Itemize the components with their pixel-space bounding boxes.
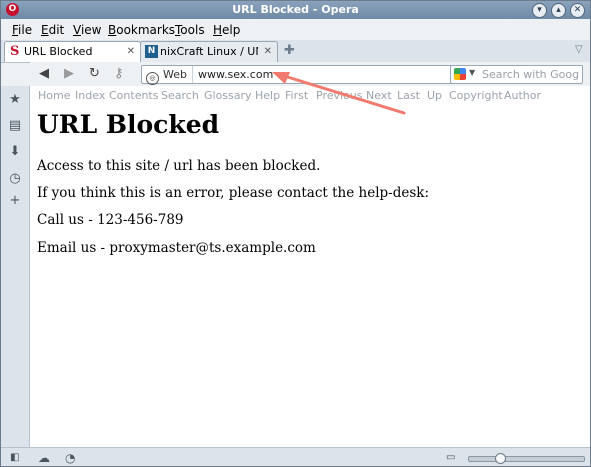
maximize-icon[interactable]: ▴ <box>551 3 566 18</box>
add-panel-icon[interactable]: + <box>8 194 22 208</box>
bookmarks-panel-icon[interactable]: ★ <box>8 93 22 107</box>
back-icon[interactable]: ◀ <box>39 66 49 81</box>
browser-window: O URL Blocked - Opera ▾ ▴ ✕ File Edit Vi… <box>0 0 591 467</box>
reload-icon[interactable]: ↻ <box>89 66 100 81</box>
new-tab-icon[interactable]: ✚ <box>284 43 295 58</box>
cloud-icon[interactable]: ☁ <box>38 451 50 465</box>
page-title: URL Blocked <box>37 110 220 139</box>
menu-view[interactable]: View <box>73 23 101 37</box>
tab-nixcraft[interactable]: N nixCraft Linux / UNIX... ✕ <box>140 41 278 62</box>
scope-label: Web <box>163 68 187 81</box>
tab-label: URL Blocked <box>24 45 93 58</box>
chevron-down-icon[interactable]: ▼ <box>469 68 475 77</box>
email-contact: Email us - proxymaster@ts.example.com <box>37 240 316 256</box>
tab-close-icon[interactable]: ✕ <box>127 42 135 62</box>
nav-link-help[interactable]: Help <box>255 89 280 102</box>
panel-sidebar: ★ ▤ ⬇ ◷ + <box>1 86 30 447</box>
nav-link-copyright[interactable]: Copyright <box>449 89 503 102</box>
nav-link-search[interactable]: Search <box>161 89 199 102</box>
menu-tools[interactable]: Tools <box>175 23 205 37</box>
document-nav: Home Index Contents Search Glossary Help… <box>30 86 590 104</box>
toggle-panel-icon[interactable]: ◧ <box>10 452 19 463</box>
nav-link-contents[interactable]: Contents <box>109 89 158 102</box>
nav-link-up[interactable]: Up <box>427 89 442 102</box>
zoom-slider-knob[interactable] <box>495 453 506 464</box>
menu-bookmarks[interactable]: Bookmarks <box>108 23 175 37</box>
view-icon[interactable]: ▭ <box>446 452 455 463</box>
address-toolbar: ◀ ▶ ↻ ⚷ ◎Web www.sex.com ★ ▼ Search with… <box>30 62 590 86</box>
nav-link-first[interactable]: First <box>285 89 308 102</box>
nixcraft-favicon-icon: N <box>145 45 158 58</box>
menu-file[interactable]: File <box>12 23 32 37</box>
blocked-message: Access to this site / url has been block… <box>37 158 321 174</box>
nav-link-previous[interactable]: Previous <box>316 89 363 102</box>
speed-icon[interactable]: ◔ <box>65 451 75 465</box>
globe-icon: ◎ <box>146 72 159 85</box>
tab-label: nixCraft Linux / UNIX... <box>160 45 258 58</box>
google-icon[interactable] <box>454 68 466 80</box>
nav-link-glossary[interactable]: Glossary <box>204 89 252 102</box>
title-bar: O URL Blocked - Opera ▾ ▴ ✕ <box>1 1 590 19</box>
site-favicon-icon: S <box>10 44 20 59</box>
zoom-slider[interactable] <box>468 453 585 464</box>
nav-link-home[interactable]: Home <box>38 89 70 102</box>
nav-link-index[interactable]: Index <box>75 89 105 102</box>
page-content: URL Blocked Access to this site / url ha… <box>30 104 590 447</box>
search-placeholder: Search with Goog <box>482 68 580 81</box>
nav-link-last[interactable]: Last <box>397 89 420 102</box>
search-scope-button[interactable]: ◎ Web <box>146 66 193 85</box>
key-icon[interactable]: ⚷ <box>114 66 124 81</box>
history-icon[interactable]: ◷ <box>8 172 22 186</box>
notes-icon[interactable]: ▤ <box>8 119 22 133</box>
tab-list-chevron-icon[interactable]: ▽ <box>575 44 583 55</box>
address-field[interactable]: ◎Web www.sex.com ★ <box>141 65 474 85</box>
tab-url-blocked[interactable]: S URL Blocked ✕ <box>4 41 141 62</box>
menu-bar: File Edit View Bookmarks Tools Help <box>1 19 590 40</box>
nav-link-next[interactable]: Next <box>366 89 392 102</box>
close-icon[interactable]: ✕ <box>570 3 585 18</box>
downloads-icon[interactable]: ⬇ <box>8 145 22 159</box>
menu-edit[interactable]: Edit <box>41 23 64 37</box>
window-title: URL Blocked - Opera <box>232 3 359 16</box>
forward-icon[interactable]: ▶ <box>64 66 74 81</box>
menu-help[interactable]: Help <box>213 23 240 37</box>
phone-contact: Call us - 123-456-789 <box>37 212 184 228</box>
url-text[interactable]: www.sex.com <box>198 66 273 83</box>
error-hint: If you think this is an error, please co… <box>37 185 430 201</box>
minimize-icon[interactable]: ▾ <box>532 3 547 18</box>
tab-close-icon[interactable]: ✕ <box>264 42 272 62</box>
tab-bar: S URL Blocked ✕ N nixCraft Linux / UNIX.… <box>1 40 590 63</box>
search-field[interactable]: ▼ Search with Goog <box>450 65 583 84</box>
status-bar: ◧ ☁ ◔ ▭ <box>1 447 590 466</box>
nav-link-author[interactable]: Author <box>504 89 541 102</box>
